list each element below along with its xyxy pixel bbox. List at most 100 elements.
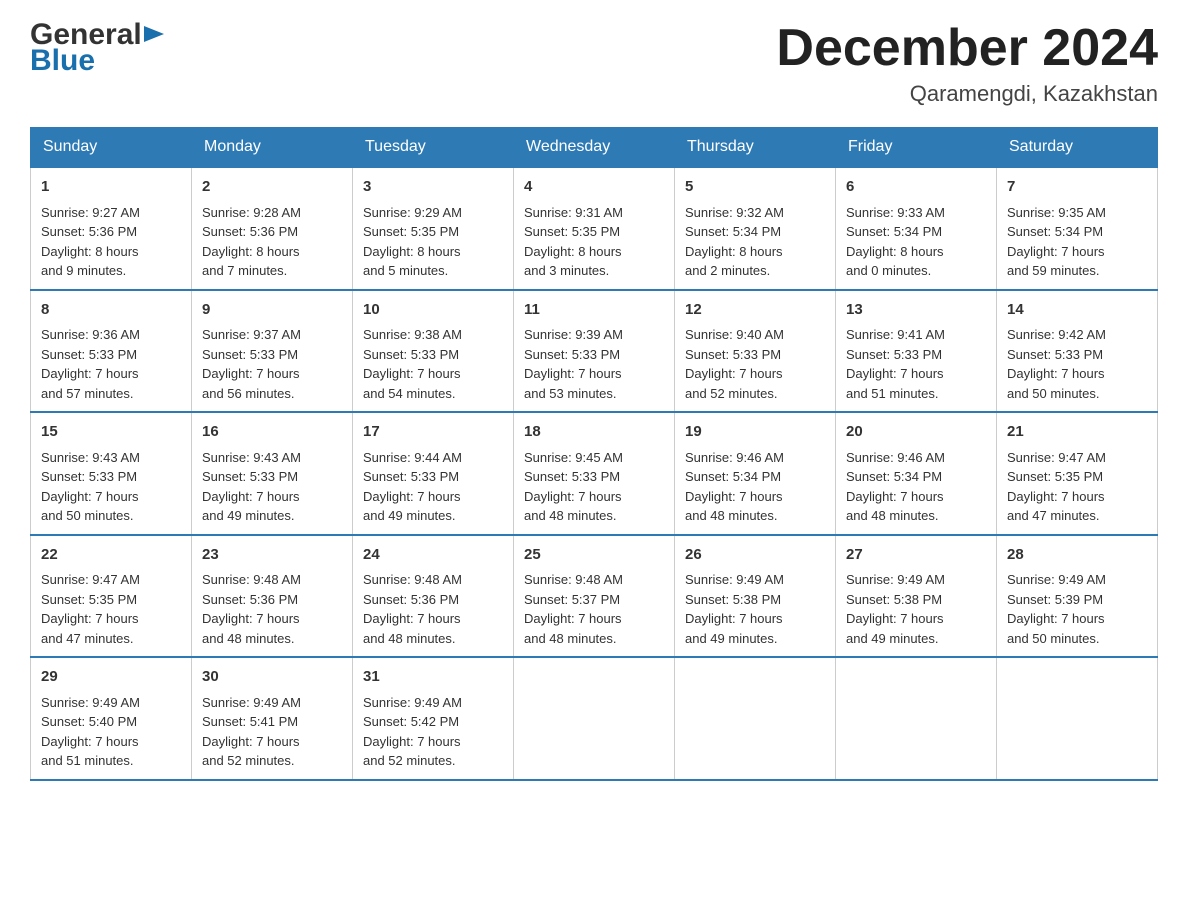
calendar-day-cell: 7 Sunrise: 9:35 AMSunset: 5:34 PMDayligh… <box>997 167 1158 290</box>
calendar-day-cell: 1 Sunrise: 9:27 AMSunset: 5:36 PMDayligh… <box>31 167 192 290</box>
calendar-day-header: Saturday <box>997 128 1158 168</box>
day-number: 24 <box>363 544 503 567</box>
calendar-day-cell: 26 Sunrise: 9:49 AMSunset: 5:38 PMDaylig… <box>675 535 836 658</box>
calendar-day-cell: 2 Sunrise: 9:28 AMSunset: 5:36 PMDayligh… <box>192 167 353 290</box>
calendar-day-cell <box>514 657 675 780</box>
calendar-day-cell: 8 Sunrise: 9:36 AMSunset: 5:33 PMDayligh… <box>31 290 192 413</box>
calendar-day-cell: 31 Sunrise: 9:49 AMSunset: 5:42 PMDaylig… <box>353 657 514 780</box>
page-header: General Blue December 2024 Qaramengdi, K… <box>30 20 1158 107</box>
calendar-day-cell: 29 Sunrise: 9:49 AMSunset: 5:40 PMDaylig… <box>31 657 192 780</box>
day-info: Sunrise: 9:35 AMSunset: 5:34 PMDaylight:… <box>1007 205 1106 279</box>
calendar-day-cell <box>836 657 997 780</box>
day-info: Sunrise: 9:41 AMSunset: 5:33 PMDaylight:… <box>846 327 945 401</box>
day-info: Sunrise: 9:49 AMSunset: 5:41 PMDaylight:… <box>202 695 301 769</box>
day-info: Sunrise: 9:46 AMSunset: 5:34 PMDaylight:… <box>685 450 784 524</box>
calendar-week-row: 15 Sunrise: 9:43 AMSunset: 5:33 PMDaylig… <box>31 412 1158 535</box>
day-info: Sunrise: 9:44 AMSunset: 5:33 PMDaylight:… <box>363 450 462 524</box>
calendar-week-row: 22 Sunrise: 9:47 AMSunset: 5:35 PMDaylig… <box>31 535 1158 658</box>
calendar-day-header: Monday <box>192 128 353 168</box>
day-number: 27 <box>846 544 986 567</box>
day-info: Sunrise: 9:43 AMSunset: 5:33 PMDaylight:… <box>41 450 140 524</box>
calendar-day-cell: 15 Sunrise: 9:43 AMSunset: 5:33 PMDaylig… <box>31 412 192 535</box>
day-number: 23 <box>202 544 342 567</box>
calendar-day-header: Tuesday <box>353 128 514 168</box>
day-info: Sunrise: 9:39 AMSunset: 5:33 PMDaylight:… <box>524 327 623 401</box>
logo-triangle-icon <box>144 26 164 46</box>
day-number: 4 <box>524 176 664 199</box>
day-info: Sunrise: 9:49 AMSunset: 5:38 PMDaylight:… <box>685 572 784 646</box>
day-number: 25 <box>524 544 664 567</box>
calendar-day-cell: 20 Sunrise: 9:46 AMSunset: 5:34 PMDaylig… <box>836 412 997 535</box>
calendar-day-cell: 9 Sunrise: 9:37 AMSunset: 5:33 PMDayligh… <box>192 290 353 413</box>
day-number: 31 <box>363 666 503 689</box>
day-info: Sunrise: 9:48 AMSunset: 5:37 PMDaylight:… <box>524 572 623 646</box>
day-info: Sunrise: 9:48 AMSunset: 5:36 PMDaylight:… <box>363 572 462 646</box>
day-info: Sunrise: 9:27 AMSunset: 5:36 PMDaylight:… <box>41 205 140 279</box>
calendar-day-cell: 19 Sunrise: 9:46 AMSunset: 5:34 PMDaylig… <box>675 412 836 535</box>
calendar-day-header: Thursday <box>675 128 836 168</box>
calendar-day-cell: 17 Sunrise: 9:44 AMSunset: 5:33 PMDaylig… <box>353 412 514 535</box>
calendar-day-header: Wednesday <box>514 128 675 168</box>
day-number: 5 <box>685 176 825 199</box>
calendar-day-cell: 16 Sunrise: 9:43 AMSunset: 5:33 PMDaylig… <box>192 412 353 535</box>
day-info: Sunrise: 9:36 AMSunset: 5:33 PMDaylight:… <box>41 327 140 401</box>
calendar-day-cell: 6 Sunrise: 9:33 AMSunset: 5:34 PMDayligh… <box>836 167 997 290</box>
calendar-day-cell: 18 Sunrise: 9:45 AMSunset: 5:33 PMDaylig… <box>514 412 675 535</box>
day-number: 13 <box>846 299 986 322</box>
calendar-header-row: SundayMondayTuesdayWednesdayThursdayFrid… <box>31 128 1158 168</box>
day-number: 20 <box>846 421 986 444</box>
day-number: 9 <box>202 299 342 322</box>
calendar-day-cell: 3 Sunrise: 9:29 AMSunset: 5:35 PMDayligh… <box>353 167 514 290</box>
day-info: Sunrise: 9:49 AMSunset: 5:38 PMDaylight:… <box>846 572 945 646</box>
day-number: 26 <box>685 544 825 567</box>
day-number: 18 <box>524 421 664 444</box>
calendar-day-cell: 21 Sunrise: 9:47 AMSunset: 5:35 PMDaylig… <box>997 412 1158 535</box>
calendar-day-cell: 24 Sunrise: 9:48 AMSunset: 5:36 PMDaylig… <box>353 535 514 658</box>
title-section: December 2024 Qaramengdi, Kazakhstan <box>776 20 1158 107</box>
calendar-day-cell: 23 Sunrise: 9:48 AMSunset: 5:36 PMDaylig… <box>192 535 353 658</box>
day-number: 28 <box>1007 544 1147 567</box>
day-info: Sunrise: 9:43 AMSunset: 5:33 PMDaylight:… <box>202 450 301 524</box>
logo: General Blue <box>30 20 164 76</box>
calendar-day-cell: 10 Sunrise: 9:38 AMSunset: 5:33 PMDaylig… <box>353 290 514 413</box>
day-number: 16 <box>202 421 342 444</box>
day-info: Sunrise: 9:45 AMSunset: 5:33 PMDaylight:… <box>524 450 623 524</box>
day-info: Sunrise: 9:49 AMSunset: 5:39 PMDaylight:… <box>1007 572 1106 646</box>
day-number: 22 <box>41 544 181 567</box>
day-number: 15 <box>41 421 181 444</box>
day-info: Sunrise: 9:47 AMSunset: 5:35 PMDaylight:… <box>1007 450 1106 524</box>
calendar-day-cell: 22 Sunrise: 9:47 AMSunset: 5:35 PMDaylig… <box>31 535 192 658</box>
day-info: Sunrise: 9:46 AMSunset: 5:34 PMDaylight:… <box>846 450 945 524</box>
day-number: 17 <box>363 421 503 444</box>
calendar-week-row: 8 Sunrise: 9:36 AMSunset: 5:33 PMDayligh… <box>31 290 1158 413</box>
calendar-day-cell: 28 Sunrise: 9:49 AMSunset: 5:39 PMDaylig… <box>997 535 1158 658</box>
calendar-day-cell: 12 Sunrise: 9:40 AMSunset: 5:33 PMDaylig… <box>675 290 836 413</box>
calendar-week-row: 1 Sunrise: 9:27 AMSunset: 5:36 PMDayligh… <box>31 167 1158 290</box>
day-info: Sunrise: 9:37 AMSunset: 5:33 PMDaylight:… <box>202 327 301 401</box>
day-info: Sunrise: 9:49 AMSunset: 5:42 PMDaylight:… <box>363 695 462 769</box>
calendar-day-cell <box>997 657 1158 780</box>
day-number: 2 <box>202 176 342 199</box>
logo-blue-text: Blue <box>30 46 95 76</box>
day-number: 8 <box>41 299 181 322</box>
day-info: Sunrise: 9:48 AMSunset: 5:36 PMDaylight:… <box>202 572 301 646</box>
day-info: Sunrise: 9:31 AMSunset: 5:35 PMDaylight:… <box>524 205 623 279</box>
day-number: 7 <box>1007 176 1147 199</box>
day-info: Sunrise: 9:32 AMSunset: 5:34 PMDaylight:… <box>685 205 784 279</box>
day-number: 10 <box>363 299 503 322</box>
day-info: Sunrise: 9:49 AMSunset: 5:40 PMDaylight:… <box>41 695 140 769</box>
calendar-day-header: Sunday <box>31 128 192 168</box>
calendar-day-cell: 4 Sunrise: 9:31 AMSunset: 5:35 PMDayligh… <box>514 167 675 290</box>
day-number: 14 <box>1007 299 1147 322</box>
calendar-day-cell: 14 Sunrise: 9:42 AMSunset: 5:33 PMDaylig… <box>997 290 1158 413</box>
day-info: Sunrise: 9:47 AMSunset: 5:35 PMDaylight:… <box>41 572 140 646</box>
location-text: Qaramengdi, Kazakhstan <box>776 81 1158 107</box>
calendar-day-cell: 27 Sunrise: 9:49 AMSunset: 5:38 PMDaylig… <box>836 535 997 658</box>
month-title: December 2024 <box>776 20 1158 77</box>
day-info: Sunrise: 9:29 AMSunset: 5:35 PMDaylight:… <box>363 205 462 279</box>
day-info: Sunrise: 9:38 AMSunset: 5:33 PMDaylight:… <box>363 327 462 401</box>
day-number: 29 <box>41 666 181 689</box>
calendar-week-row: 29 Sunrise: 9:49 AMSunset: 5:40 PMDaylig… <box>31 657 1158 780</box>
day-number: 21 <box>1007 421 1147 444</box>
day-number: 1 <box>41 176 181 199</box>
